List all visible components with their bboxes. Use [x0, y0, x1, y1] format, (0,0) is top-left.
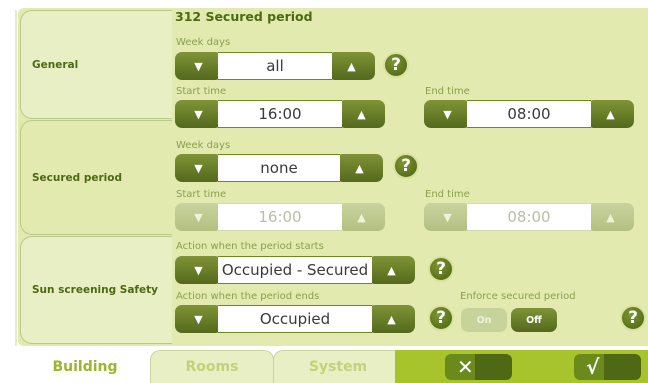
section-sun-screening[interactable]: Sun screening Safety [20, 236, 172, 344]
end-action-spinner: ▼ Occupied ▲ [175, 305, 415, 333]
tab-system[interactable]: System [273, 350, 403, 383]
confirm-button[interactable]: √ [574, 354, 641, 380]
start-time-value: 16:00 [218, 203, 342, 231]
help-icon[interactable]: ? [383, 52, 409, 78]
up-arrow-icon: ▲ [357, 107, 366, 121]
increase-button[interactable]: ▲ [587, 100, 634, 128]
up-arrow-icon: ▲ [606, 210, 615, 224]
end-time-label: End time [425, 86, 470, 97]
help-symbol: ? [436, 259, 446, 279]
down-arrow-icon: ▼ [194, 107, 203, 121]
start-action-value: Occupied - Secured [218, 256, 372, 284]
increase-button[interactable]: ▲ [328, 52, 375, 80]
section-general[interactable]: General [20, 10, 172, 119]
checkmark-icon: √ [586, 355, 600, 379]
down-arrow-icon: ▼ [194, 210, 203, 224]
section-secured-period[interactable]: Secured period [20, 120, 172, 235]
week-days-value: none [218, 154, 340, 182]
up-arrow-icon: ▲ [357, 210, 366, 224]
decrease-button[interactable]: ▼ [175, 100, 222, 128]
increase-button[interactable]: ▲ [368, 305, 415, 333]
page-title: 312 Secured period [175, 9, 313, 24]
increase-button[interactable]: ▲ [336, 154, 383, 182]
help-icon[interactable]: ? [428, 305, 454, 331]
up-arrow-icon: ▲ [347, 59, 356, 73]
end-time-value: 08:00 [467, 100, 591, 128]
up-arrow-icon: ▲ [606, 107, 615, 121]
cancel-button[interactable]: ✕ [445, 354, 512, 380]
decrease-button[interactable]: ▼ [175, 154, 222, 182]
increase-button: ▲ [587, 203, 634, 231]
help-symbol: ? [391, 55, 401, 75]
down-arrow-icon: ▼ [194, 312, 203, 326]
enforce-off-button[interactable]: Off [511, 308, 557, 332]
up-arrow-icon: ▲ [387, 263, 396, 277]
up-arrow-icon: ▲ [355, 161, 364, 175]
week-days-spinner: ▼ none ▲ [175, 154, 383, 182]
section-general-label: General [32, 58, 79, 71]
help-symbol: ? [436, 308, 446, 328]
down-arrow-icon: ▼ [194, 161, 203, 175]
start-action-spinner: ▼ Occupied - Secured ▲ [175, 256, 415, 284]
help-symbol: ? [628, 308, 638, 328]
end-action-label: Action when the period ends [176, 291, 320, 302]
help-icon[interactable]: ? [620, 305, 646, 331]
down-arrow-icon: ▼ [194, 59, 203, 73]
tab-rooms[interactable]: Rooms [150, 350, 274, 383]
decrease-button[interactable]: ▼ [175, 305, 222, 333]
enforce-label: Enforce secured period [460, 291, 576, 302]
week-days-value: all [218, 52, 332, 80]
start-time-value: 16:00 [218, 100, 342, 128]
decrease-button: ▼ [175, 203, 222, 231]
section-sun-label: Sun screening Safety [32, 284, 158, 296]
week-days-label: Week days [176, 140, 231, 151]
down-arrow-icon: ▼ [443, 107, 452, 121]
help-icon[interactable]: ? [428, 256, 454, 282]
start-time-spinner: ▼ 16:00 ▲ [175, 100, 385, 128]
increase-button[interactable]: ▲ [338, 100, 385, 128]
end-time-label: End time [425, 189, 470, 200]
left-divider [15, 10, 17, 346]
close-icon: ✕ [457, 355, 474, 379]
decrease-button: ▼ [424, 203, 471, 231]
week-days-spinner: ▼ all ▲ [175, 52, 375, 80]
week-days-label: Week days [176, 37, 231, 48]
decrease-button[interactable]: ▼ [175, 52, 222, 80]
decrease-button[interactable]: ▼ [424, 100, 471, 128]
start-time-label: Start time [176, 86, 227, 97]
decrease-button[interactable]: ▼ [175, 256, 222, 284]
end-time-spinner-disabled: ▼ 08:00 ▲ [424, 203, 634, 231]
start-action-label: Action when the period starts [176, 241, 324, 252]
down-arrow-icon: ▼ [194, 263, 203, 277]
end-time-value: 08:00 [467, 203, 591, 231]
start-time-spinner-disabled: ▼ 16:00 ▲ [175, 203, 385, 231]
help-icon[interactable]: ? [393, 153, 419, 179]
end-time-spinner: ▼ 08:00 ▲ [424, 100, 634, 128]
down-arrow-icon: ▼ [443, 210, 452, 224]
increase-button: ▲ [338, 203, 385, 231]
start-time-label: Start time [176, 189, 227, 200]
enforce-on-button[interactable]: On [461, 308, 507, 332]
up-arrow-icon: ▲ [387, 312, 396, 326]
help-symbol: ? [401, 156, 411, 176]
tab-building[interactable]: Building [20, 350, 150, 383]
section-secured-label: Secured period [32, 171, 122, 184]
end-action-value: Occupied [218, 305, 372, 333]
increase-button[interactable]: ▲ [368, 256, 415, 284]
